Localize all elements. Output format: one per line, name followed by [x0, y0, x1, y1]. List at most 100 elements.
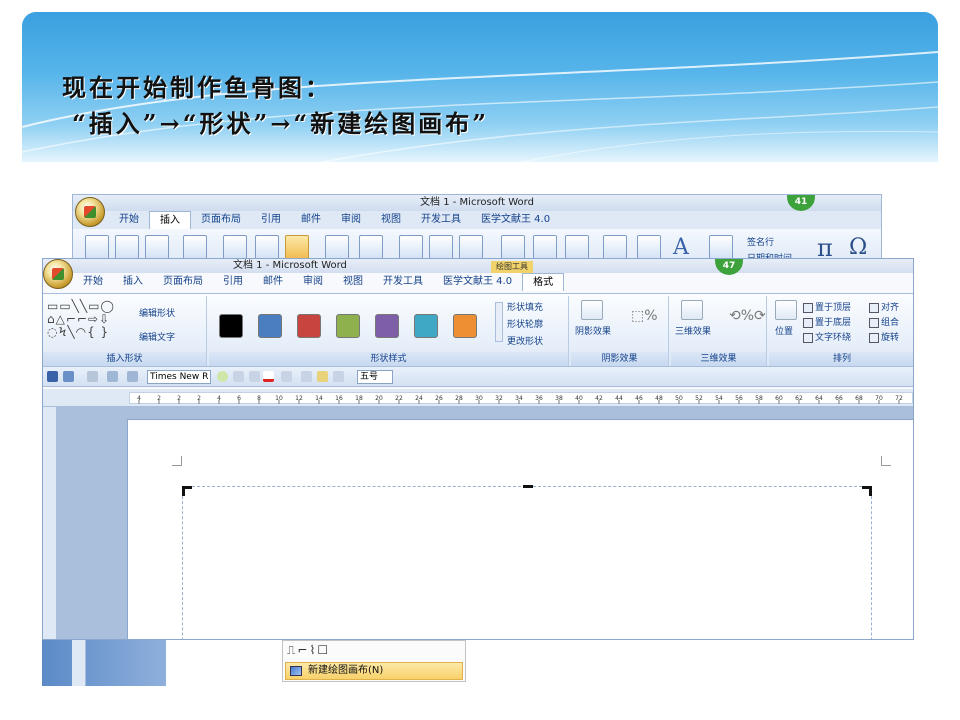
undo-icon[interactable] — [63, 371, 74, 382]
vertical-ruler[interactable] — [43, 407, 57, 639]
3d-effects-button[interactable]: 三维效果 — [675, 324, 711, 337]
border-icon[interactable] — [233, 371, 244, 382]
canvas-handle[interactable] — [182, 486, 192, 496]
drawing-tools-tag: 绘图工具 — [491, 261, 533, 273]
shapes-row[interactable]: ⎍⌐⌇☐ — [287, 643, 330, 658]
tilt-icon[interactable]: ⟲%⟳ — [729, 308, 766, 324]
grow-font-icon[interactable] — [217, 371, 228, 382]
edit-shape-button[interactable]: 编辑形状 — [139, 306, 175, 319]
tab-9[interactable]: 格式 — [522, 273, 565, 291]
tab-6[interactable]: 视图 — [371, 211, 411, 229]
shadow-nudge-icon[interactable]: ⬚% — [631, 308, 658, 324]
text-wrap-button[interactable]: 文字环绕 — [803, 330, 851, 343]
ruler-tick-label: 52 — [695, 395, 703, 402]
canvas-handle[interactable] — [523, 485, 533, 488]
gallery-scroll[interactable] — [495, 302, 503, 342]
tab-5[interactable]: 审阅 — [293, 273, 333, 291]
edit-text-button[interactable]: 编辑文字 — [139, 330, 175, 343]
ruler-tick-label: 38 — [555, 395, 563, 402]
ruler-tick-label: 30 — [475, 395, 483, 402]
style-swatch[interactable] — [297, 314, 321, 338]
ruler-tick-label: 10 — [275, 395, 283, 402]
signature-line-button[interactable]: 签名行 — [747, 235, 774, 248]
ruler-tick-label: 48 — [655, 395, 663, 402]
tab-0[interactable]: 开始 — [109, 211, 149, 229]
group-label: 排列 — [769, 352, 913, 366]
tab-6[interactable]: 视图 — [333, 273, 373, 291]
style-swatch[interactable] — [453, 314, 477, 338]
style-swatch[interactable] — [375, 314, 399, 338]
canvas-handle[interactable] — [862, 486, 872, 496]
line-spacing-icon[interactable] — [281, 371, 292, 382]
tab-1[interactable]: 插入 — [113, 273, 153, 291]
change-shape-button[interactable]: 更改形状 — [507, 334, 543, 347]
vertical-ruler-fragment — [72, 640, 86, 686]
horizontal-ruler[interactable]: 4 2 2 2 4 6 8 10 12 14 16 18 20 22 24 26 28 30 32 34 36 38 40 4… — [43, 389, 913, 407]
tab-0[interactable]: 开始 — [73, 273, 113, 291]
bold-icon[interactable] — [301, 371, 312, 382]
ruler-tick-label: 12 — [295, 395, 303, 402]
ruler-tick-label: 26 — [435, 395, 443, 402]
ruler-tick-label: 72 — [895, 395, 903, 402]
tab-3[interactable]: 引用 — [213, 273, 253, 291]
print-icon[interactable] — [127, 371, 138, 382]
group-shadow: 阴影效果 ⬚% 阴影效果 — [571, 296, 669, 366]
save-icon[interactable] — [47, 371, 58, 382]
shape-gallery[interactable]: ▭▭╲╲▭◯ ⌂△⌐⌐⇨⇩ ◌Ϟ╲◠{ } — [47, 300, 135, 344]
ruler-tick-label: 14 — [315, 395, 323, 402]
shadow-effects-button[interactable]: 阴影效果 — [575, 324, 611, 337]
tab-4[interactable]: 邮件 — [253, 273, 293, 291]
font-color-icon[interactable] — [263, 371, 274, 382]
align-button[interactable]: 对齐 — [869, 300, 899, 313]
shadow-effects-icon[interactable] — [581, 300, 603, 320]
group-3d: 三维效果 ⟲%⟳ 三维效果 — [671, 296, 767, 366]
group-label: 三维效果 — [671, 352, 766, 366]
tab-2[interactable]: 页面布局 — [153, 273, 213, 291]
font-name-combo[interactable]: Times New R — [147, 370, 211, 384]
ruler-tick-label: 16 — [335, 395, 343, 402]
shape-fill-button[interactable]: 形状填充 — [507, 300, 543, 313]
italic-icon[interactable] — [333, 371, 344, 382]
style-swatch[interactable] — [414, 314, 438, 338]
position-icon[interactable] — [775, 300, 797, 320]
shape-outline-button[interactable]: 形状轮廓 — [507, 317, 543, 330]
word-window-format: 文档 1 - Microsoft Word 绘图工具 开始 插入 页面布局 引用 邮件审… — [42, 258, 914, 640]
ruler-tick-label: 4 — [217, 395, 221, 402]
new-drawing-canvas-menu-item[interactable]: 新建绘图画布(N) — [285, 662, 463, 680]
style-swatch[interactable] — [219, 314, 243, 338]
rotate-button[interactable]: 旋转 — [869, 330, 899, 343]
tab-1[interactable]: 插入 — [149, 211, 191, 229]
style-swatch[interactable] — [258, 314, 282, 338]
heading-line-2: “插入”→“形状”→“新建绘图画布” — [72, 109, 490, 138]
tab-7[interactable]: 开发工具 — [411, 211, 471, 229]
ruler-tick-label: 24 — [415, 395, 423, 402]
ruler-tick-label: 70 — [875, 395, 883, 402]
tab-3[interactable]: 引用 — [251, 211, 291, 229]
position-button[interactable]: 位置 — [775, 324, 793, 337]
background-strip — [42, 640, 166, 686]
group-label: 形状样式 — [209, 352, 568, 366]
tab-8[interactable]: 医学文献王 4.0 — [471, 211, 560, 229]
new-doc-icon[interactable] — [107, 371, 118, 382]
align-icon[interactable] — [249, 371, 260, 382]
font-size-combo[interactable]: 五号 — [357, 370, 393, 384]
window-title: 文档 1 - Microsoft Word — [43, 259, 913, 273]
office-button-icon[interactable] — [43, 259, 73, 289]
ruler-tick-label: 20 — [375, 395, 383, 402]
3d-effects-icon[interactable] — [681, 300, 703, 320]
office-button-icon[interactable] — [75, 197, 105, 227]
tab-8[interactable]: 医学文献王 4.0 — [433, 273, 522, 291]
tab-4[interactable]: 邮件 — [291, 211, 331, 229]
drawing-canvas[interactable] — [182, 485, 872, 639]
ruler-tick-label: 2 — [177, 395, 181, 402]
document-page[interactable] — [127, 419, 913, 639]
group-button[interactable]: 组合 — [869, 315, 899, 328]
redo-icon[interactable] — [87, 371, 98, 382]
send-back-button[interactable]: 置于底层 — [803, 315, 851, 328]
tab-2[interactable]: 页面布局 — [191, 211, 251, 229]
style-swatch[interactable] — [336, 314, 360, 338]
tab-5[interactable]: 审阅 — [331, 211, 371, 229]
tab-7[interactable]: 开发工具 — [373, 273, 433, 291]
bring-front-button[interactable]: 置于顶层 — [803, 300, 851, 313]
format-painter-icon[interactable] — [317, 371, 328, 382]
